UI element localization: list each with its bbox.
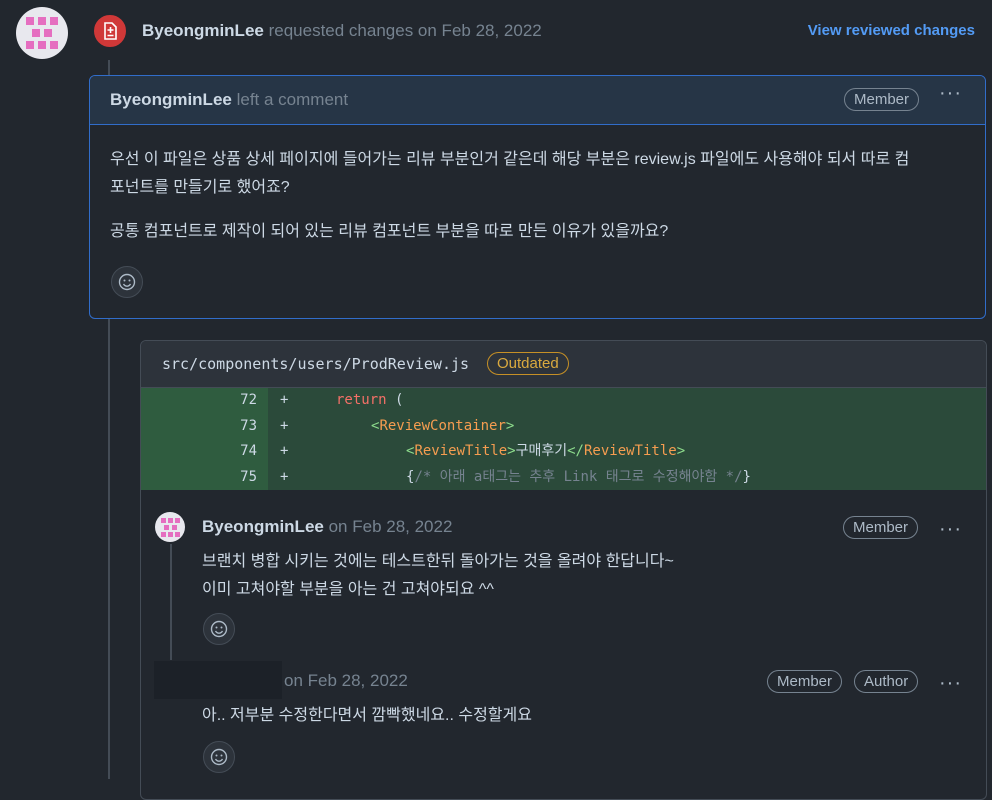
member-badge: Member	[767, 670, 843, 693]
member-badge: Member	[843, 516, 919, 539]
commenter-avatar[interactable]	[155, 512, 185, 542]
review-comment-text: 우선 이 파일은 상품 상세 페이지에 들어가는 리뷰 부분인거 같은데 해당 …	[110, 146, 909, 202]
member-badge: Member	[844, 88, 920, 111]
add-reaction-button[interactable]	[203, 741, 235, 773]
add-reaction-button[interactable]	[111, 266, 143, 298]
diff-line-number[interactable]: 73	[141, 413, 268, 439]
file-path-link[interactable]: src/components/users/ProdReview.js	[162, 355, 469, 373]
comment-action-text: left a comment	[236, 90, 349, 109]
diff-code: <ReviewTitle>구매후기</ReviewTitle>	[406, 443, 686, 459]
diff-line: 72 + return (	[141, 388, 986, 414]
smiley-icon	[210, 748, 228, 766]
diff-add-sign: +	[280, 468, 289, 485]
review-comment-line2: 포넌트를 만들기로 했어죠?	[110, 179, 290, 196]
thread-connector	[108, 319, 110, 779]
outdated-badge: Outdated	[487, 352, 569, 375]
diff-code: return (	[336, 392, 404, 408]
diff-add-sign: +	[280, 443, 289, 459]
review-comment-paragraph2: 공통 컴포넌트로 제작이 되어 있는 리뷰 컴포넌트 부분을 따로 만든 이유가…	[110, 223, 669, 240]
review-header: ByeongminLee requested changes on Feb 28…	[142, 21, 542, 41]
diff-code: {/* 아래 a태그는 추후 Link 태그로 수정해야함 */}	[406, 468, 751, 485]
comment-author-link[interactable]: ByeongminLee	[110, 90, 232, 109]
comment-body: 브랜치 병합 시키는 것에는 테스트한뒤 돌아가는 것을 올려야 한답니다~ 이…	[202, 548, 674, 604]
diff-line: 75 + {/* 아래 a태그는 추후 Link 태그로 수정해야함 */}	[141, 464, 986, 490]
review-action-text: requested changes on Feb 28, 2022	[268, 21, 542, 40]
comment-options-icon[interactable]: ···	[939, 83, 962, 103]
diff-line-number[interactable]: 75	[141, 464, 268, 490]
diff-line: 73 + <ReviewContainer>	[141, 413, 986, 439]
diff-add-sign: +	[280, 417, 289, 434]
add-reaction-button[interactable]	[203, 613, 235, 645]
reviewer-avatar[interactable]	[16, 7, 68, 59]
diff-code: <ReviewContainer>	[371, 417, 515, 434]
comment-line2: 이미 고쳐야할 부분을 아는 건 고쳐야되요 ^^	[202, 581, 494, 598]
comment-options-icon[interactable]: ···	[939, 673, 962, 693]
review-author-link[interactable]: ByeongminLee	[142, 21, 264, 40]
diff-line: 74 + <ReviewTitle>구매후기</ReviewTitle>	[141, 439, 986, 465]
view-reviewed-changes-link[interactable]: View reviewed changes	[808, 22, 975, 39]
comment-header: ByeongminLee on Feb 28, 2022	[202, 517, 452, 537]
diff-line-number[interactable]: 72	[141, 388, 268, 414]
timeline-connector	[108, 60, 110, 75]
comment-body: 아.. 저부분 수정한다면서 깜빡했네요.. 수정할게요	[202, 707, 532, 724]
thread-file-header: src/components/users/ProdReview.js Outda…	[141, 341, 986, 388]
request-changes-icon	[92, 13, 128, 49]
review-comment-box: ByeongminLee left a comment Member ··· 우…	[89, 75, 986, 319]
comment-options-icon[interactable]: ···	[939, 519, 962, 539]
author-badge: Author	[854, 670, 919, 693]
review-comment-header: ByeongminLee left a comment Member ···	[90, 76, 985, 125]
comment-line1: 브랜치 병합 시키는 것에는 테스트한뒤 돌아가는 것을 올려야 한답니다~	[202, 553, 674, 570]
diff-line-number[interactable]: 74	[141, 439, 268, 465]
review-comment-line1: 우선 이 파일은 상품 상세 페이지에 들어가는 리뷰 부분인거 같은데 해당 …	[110, 151, 910, 168]
redacted-author	[154, 661, 282, 699]
smiley-icon	[210, 620, 228, 638]
smiley-icon	[118, 273, 136, 291]
comment-date-link[interactable]: on Feb 28, 2022	[329, 517, 453, 536]
diff-hunk: 72 + return ( 73 + <ReviewContainer> 74 …	[141, 388, 986, 490]
reply-connector	[170, 544, 172, 660]
diff-add-sign: +	[280, 392, 289, 408]
comment-author-link[interactable]: ByeongminLee	[202, 517, 324, 536]
comment-date-link[interactable]: on Feb 28, 2022	[284, 671, 408, 691]
